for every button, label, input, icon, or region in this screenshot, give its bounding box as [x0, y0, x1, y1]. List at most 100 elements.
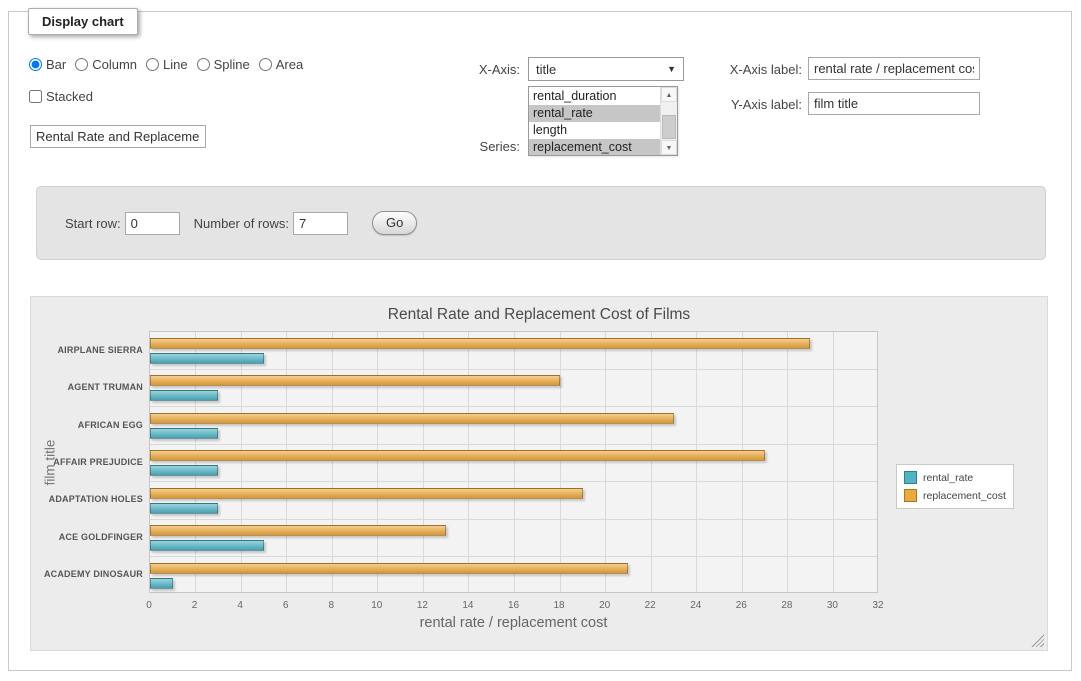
- category-label: ACADEMY DINOSAUR: [31, 569, 143, 579]
- chart-type-label-bar: Bar: [46, 57, 66, 72]
- gridline-x-28: [787, 332, 788, 592]
- bar-rental_rate: [150, 465, 218, 476]
- resize-handle-icon[interactable]: [1031, 634, 1044, 647]
- stacked-checkbox[interactable]: [29, 90, 42, 103]
- x-tick-6: 6: [266, 600, 306, 611]
- legend-swatch-rental_rate: [904, 471, 917, 484]
- row-controls-panel: Start row: Number of rows: Go: [36, 186, 1046, 260]
- x-axis-select[interactable]: title ▼: [528, 57, 684, 81]
- stacked-label: Stacked: [46, 89, 93, 104]
- chart-type-radio-bar[interactable]: [29, 58, 42, 71]
- y-axis-label-input[interactable]: [808, 92, 980, 115]
- chart-type-label-area: Area: [276, 57, 303, 72]
- series-option-replacement_cost[interactable]: replacement_cost: [529, 139, 660, 155]
- chart-title: Rental Rate and Replacement Cost of Film…: [31, 306, 1047, 324]
- series-option-length[interactable]: length: [529, 122, 660, 139]
- scroll-up-icon[interactable]: ▲: [661, 87, 677, 102]
- series-options: rental_durationrental_ratelengthreplacem…: [529, 87, 660, 155]
- gridline-x-4: [241, 332, 242, 592]
- start-row-input[interactable]: [125, 212, 180, 235]
- category-label: ACE GOLDFINGER: [31, 532, 143, 542]
- chart-type-option-spline[interactable]: Spline: [197, 57, 250, 72]
- chart-type-option-bar[interactable]: Bar: [29, 57, 66, 72]
- category-label: AGENT TRUMAN: [31, 382, 143, 392]
- series-option-rental_duration[interactable]: rental_duration: [529, 88, 660, 105]
- x-tick-22: 22: [630, 600, 670, 611]
- x-tick-30: 30: [812, 600, 852, 611]
- chart-type-label-column: Column: [92, 57, 137, 72]
- chart-type-label-line: Line: [163, 57, 188, 72]
- x-tick-26: 26: [721, 600, 761, 611]
- gridline-x-22: [651, 332, 652, 592]
- series-multiselect[interactable]: rental_durationrental_ratelengthreplacem…: [528, 86, 678, 156]
- x-axis-label-caption: X-Axis label:: [708, 62, 802, 77]
- gridline-y-4: [150, 481, 877, 482]
- x-tick-16: 16: [494, 600, 534, 611]
- bar-rental_rate: [150, 578, 173, 589]
- gridline-y-3: [150, 444, 877, 445]
- bar-rental_rate: [150, 390, 218, 401]
- bar-replacement_cost: [150, 525, 446, 536]
- legend-label-replacement_cost: replacement_cost: [923, 490, 1006, 502]
- panel-legend: Display chart: [28, 8, 138, 35]
- go-button[interactable]: Go: [372, 211, 417, 235]
- scroll-down-icon[interactable]: ▼: [661, 140, 677, 155]
- x-tick-18: 18: [539, 600, 579, 611]
- gridline-x-20: [605, 332, 606, 592]
- category-label: AFFAIR PREJUDICE: [31, 457, 143, 467]
- chart-type-label-spline: Spline: [214, 57, 250, 72]
- chart-type-radio-line[interactable]: [146, 58, 159, 71]
- gridline-y-5: [150, 519, 877, 520]
- legend-item-rental_rate: rental_rate: [904, 471, 1006, 484]
- x-tick-20: 20: [585, 600, 625, 611]
- x-tick-24: 24: [676, 600, 716, 611]
- x-tick-4: 4: [220, 600, 260, 611]
- x-tick-32: 32: [858, 600, 898, 611]
- chart-type-option-column[interactable]: Column: [75, 57, 137, 72]
- x-axis-selected-value: title: [536, 62, 556, 77]
- bar-replacement_cost: [150, 450, 765, 461]
- gridline-y-6: [150, 556, 877, 557]
- gridline-x-6: [286, 332, 287, 592]
- series-select-label: Series:: [450, 139, 520, 154]
- chart-title-input[interactable]: [30, 125, 206, 148]
- num-rows-input[interactable]: [293, 212, 348, 235]
- bar-replacement_cost: [150, 338, 810, 349]
- plot-area: [149, 331, 878, 593]
- x-tick-8: 8: [311, 600, 351, 611]
- series-scrollbar[interactable]: ▲ ▼: [660, 87, 677, 155]
- gridline-y-1: [150, 369, 877, 370]
- x-axis-label-input[interactable]: [808, 57, 980, 80]
- category-label: AFRICAN EGG: [31, 420, 143, 430]
- gridline-x-18: [560, 332, 561, 592]
- bar-replacement_cost: [150, 488, 583, 499]
- series-option-rental_rate[interactable]: rental_rate: [529, 105, 660, 122]
- num-rows-label: Number of rows:: [194, 216, 289, 231]
- gridline-x-14: [468, 332, 469, 592]
- stacked-option[interactable]: Stacked: [29, 89, 93, 104]
- scrollbar-thumb[interactable]: [662, 115, 676, 139]
- x-tick-2: 2: [175, 600, 215, 611]
- category-label: AIRPLANE SIERRA: [31, 345, 143, 355]
- bar-rental_rate: [150, 428, 218, 439]
- gridline-y-2: [150, 406, 877, 407]
- chart-type-option-area[interactable]: Area: [259, 57, 303, 72]
- start-row-label: Start row:: [65, 216, 121, 231]
- chart-type-radio-area[interactable]: [259, 58, 272, 71]
- gridline-x-24: [696, 332, 697, 592]
- chart-type-radio-column[interactable]: [75, 58, 88, 71]
- chart-legend: rental_rate replacement_cost: [896, 464, 1014, 509]
- chart-container: Rental Rate and Replacement Cost of Film…: [30, 296, 1048, 651]
- chart-type-radio-spline[interactable]: [197, 58, 210, 71]
- bar-rental_rate: [150, 353, 264, 364]
- x-axis-title: rental rate / replacement cost: [149, 615, 878, 631]
- category-label: ADAPTATION HOLES: [31, 494, 143, 504]
- y-axis-label-caption: Y-Axis label:: [708, 97, 802, 112]
- bar-rental_rate: [150, 503, 218, 514]
- x-tick-0: 0: [129, 600, 169, 611]
- x-axis-select-label: X-Axis:: [450, 62, 520, 77]
- chart-type-option-line[interactable]: Line: [146, 57, 188, 72]
- bar-replacement_cost: [150, 563, 628, 574]
- gridline-x-30: [833, 332, 834, 592]
- gridline-x-26: [742, 332, 743, 592]
